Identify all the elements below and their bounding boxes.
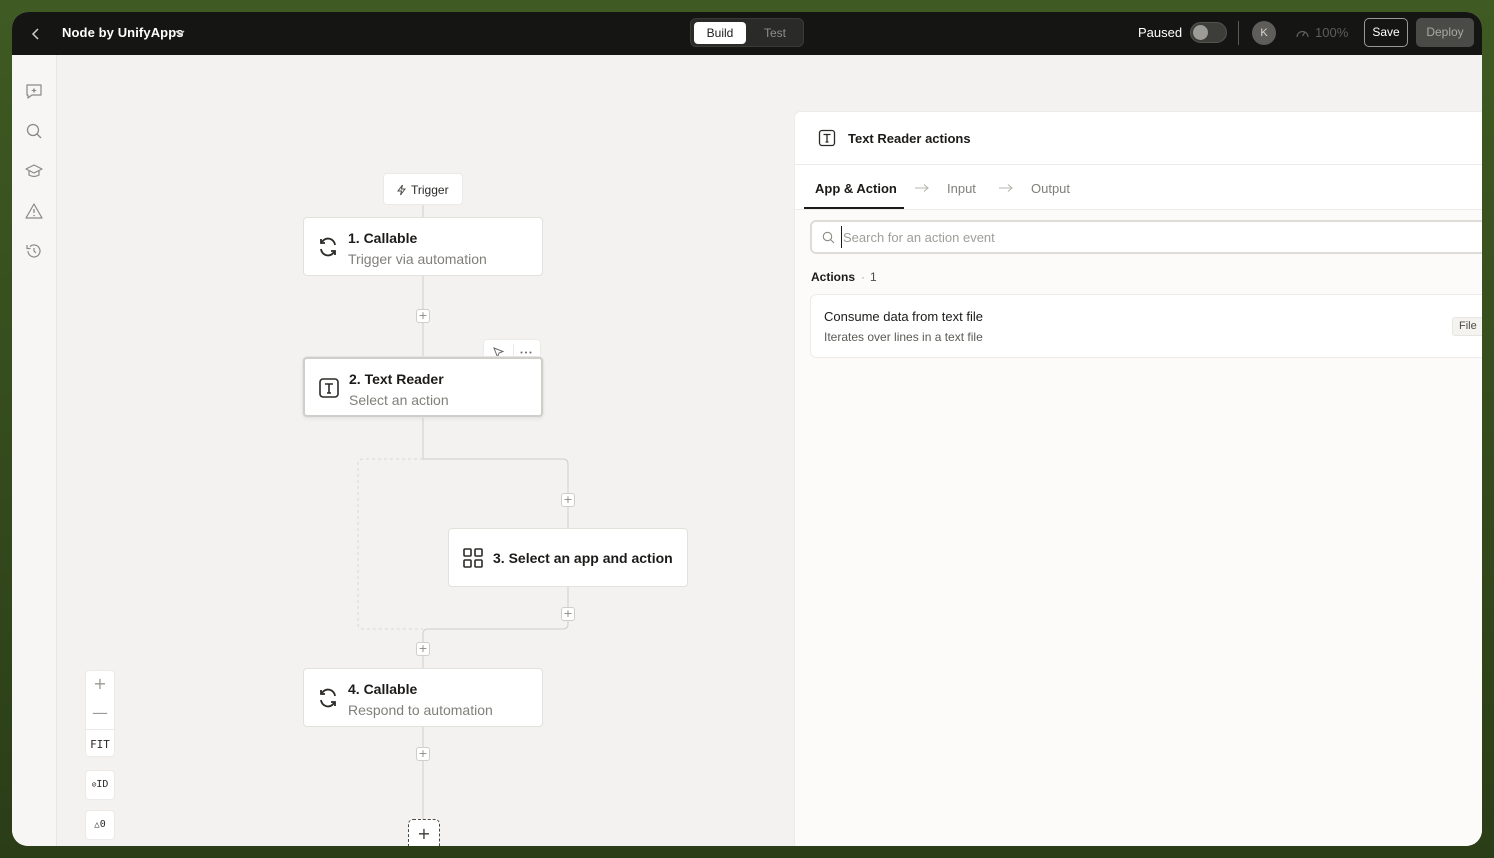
paused-label: Paused (1138, 25, 1183, 40)
node-callable-1[interactable]: 1. Callable Trigger via automation (303, 217, 543, 276)
workflow-canvas[interactable]: Trigger 1. Callable Trigger via automati… (57, 55, 1482, 846)
active-tab-indicator (804, 207, 904, 209)
arrow-right-icon (915, 184, 929, 192)
id-label: ID (96, 779, 109, 790)
toggle-knob (1193, 25, 1208, 40)
add-step-button[interactable]: + (416, 642, 430, 656)
action-title: Consume data from text file (824, 309, 983, 324)
workflow-title[interactable]: Node by UnifyApps (62, 25, 184, 40)
warning-count: 0 (99, 819, 106, 830)
more-icon[interactable] (520, 351, 532, 354)
add-final-step-button[interactable]: + (408, 819, 440, 846)
actions-heading: Actions (811, 270, 856, 284)
grid-icon (463, 548, 483, 568)
app-window: Node by UnifyApps Build Test Paused K 10… (12, 12, 1482, 846)
zoom-in-button[interactable]: + (86, 674, 114, 696)
add-step-button[interactable]: + (416, 747, 430, 761)
lightning-icon (397, 184, 406, 196)
node-title: 3. Select an app and action (493, 550, 673, 566)
fit-view-button[interactable]: FIT (86, 738, 114, 751)
node-select-app[interactable]: 3. Select an app and action (448, 528, 688, 587)
search-icon[interactable] (24, 121, 44, 141)
add-step-button[interactable]: + (561, 493, 575, 507)
search-input[interactable] (841, 226, 1481, 248)
node-subtitle: Trigger via automation (348, 251, 487, 267)
trigger-label: Trigger (411, 183, 449, 197)
save-button[interactable]: Save (1364, 18, 1408, 47)
zoom-out-button[interactable]: — (86, 703, 114, 725)
zoom-level: 100% (1315, 25, 1349, 40)
graduation-cap-icon[interactable] (24, 161, 44, 181)
mode-switch: Build Test (690, 18, 804, 47)
paused-toggle[interactable] (1190, 22, 1227, 43)
action-description: Iterates over lines in a text file (824, 330, 983, 344)
panel-title: Text Reader actions (848, 131, 971, 146)
add-step-button[interactable]: + (561, 607, 575, 621)
zoom-controls: + — FIT (85, 670, 115, 757)
arrow-right-icon (999, 184, 1013, 192)
tab-output[interactable]: Output (1031, 181, 1070, 196)
separator-dot: · (861, 270, 865, 284)
tab-build[interactable]: Build (694, 22, 746, 44)
divider (1238, 21, 1239, 45)
gauge-icon (1296, 30, 1309, 38)
actions-panel: Text Reader actions App & Action Input O… (794, 111, 1482, 846)
action-search (810, 220, 1482, 254)
node-title: 1. Callable (348, 230, 418, 246)
warnings-button[interactable]: △0 (85, 810, 115, 840)
divider (86, 729, 114, 730)
avatar[interactable]: K (1252, 21, 1276, 45)
add-step-button[interactable]: + (416, 309, 430, 323)
action-item[interactable]: Consume data from text file Iterates ove… (810, 294, 1482, 358)
search-icon (822, 231, 835, 244)
node-subtitle: Select an action (349, 392, 449, 408)
tab-app-action[interactable]: App & Action (815, 181, 897, 196)
tab-test[interactable]: Test (751, 22, 799, 44)
actions-count: 1 (870, 270, 877, 284)
text-icon (818, 129, 836, 147)
sync-icon (320, 237, 336, 257)
node-text-reader[interactable]: 2. Text Reader Select an action (303, 357, 543, 417)
sparkle-chat-icon[interactable] (24, 81, 44, 101)
chevron-down-icon[interactable] (173, 26, 187, 40)
history-icon[interactable] (24, 241, 44, 261)
sync-icon (320, 688, 336, 708)
node-subtitle: Respond to automation (348, 702, 493, 718)
action-category-badge: File (1452, 317, 1482, 336)
left-sidebar (12, 55, 57, 846)
chevron-left-icon[interactable] (26, 24, 46, 44)
tab-input[interactable]: Input (947, 181, 976, 196)
top-bar: Node by UnifyApps Build Test Paused K 10… (12, 12, 1482, 55)
panel-header: Text Reader actions (795, 112, 1482, 165)
text-icon (319, 378, 339, 398)
node-callable-4[interactable]: 4. Callable Respond to automation (303, 668, 543, 727)
panel-tabs: App & Action Input Output (795, 165, 1482, 210)
warning-icon[interactable] (24, 201, 44, 221)
trigger-badge[interactable]: Trigger (383, 173, 463, 205)
deploy-button[interactable]: Deploy (1416, 18, 1474, 47)
toggle-id-button[interactable]: ⊘ID (85, 770, 115, 800)
node-title: 2. Text Reader (349, 371, 444, 387)
node-title: 4. Callable (348, 681, 418, 697)
